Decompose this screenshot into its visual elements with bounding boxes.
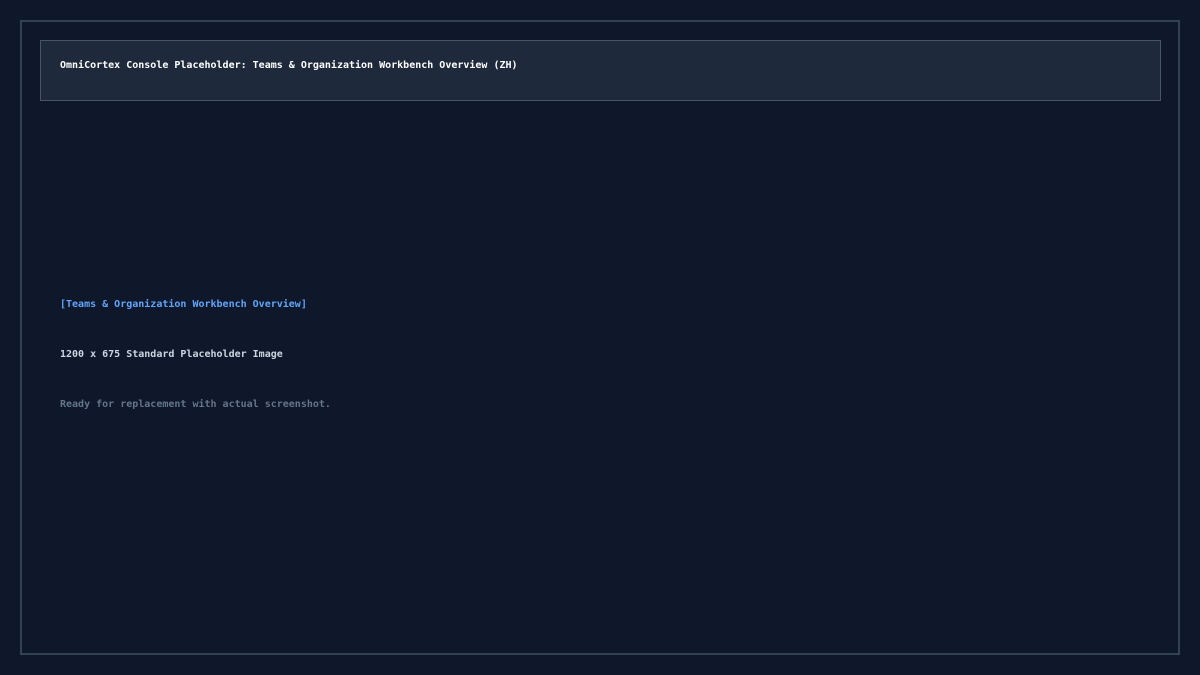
header-bar: OmniCortex Console Placeholder: Teams & … bbox=[40, 40, 1161, 101]
page-title: OmniCortex Console Placeholder: Teams & … bbox=[60, 60, 518, 71]
dimensions-text: 1200 x 675 Standard Placeholder Image bbox=[60, 349, 283, 360]
placeholder-frame bbox=[20, 20, 1180, 655]
section-label: [Teams & Organization Workbench Overview… bbox=[60, 299, 307, 310]
status-text: Ready for replacement with actual screen… bbox=[60, 399, 331, 410]
